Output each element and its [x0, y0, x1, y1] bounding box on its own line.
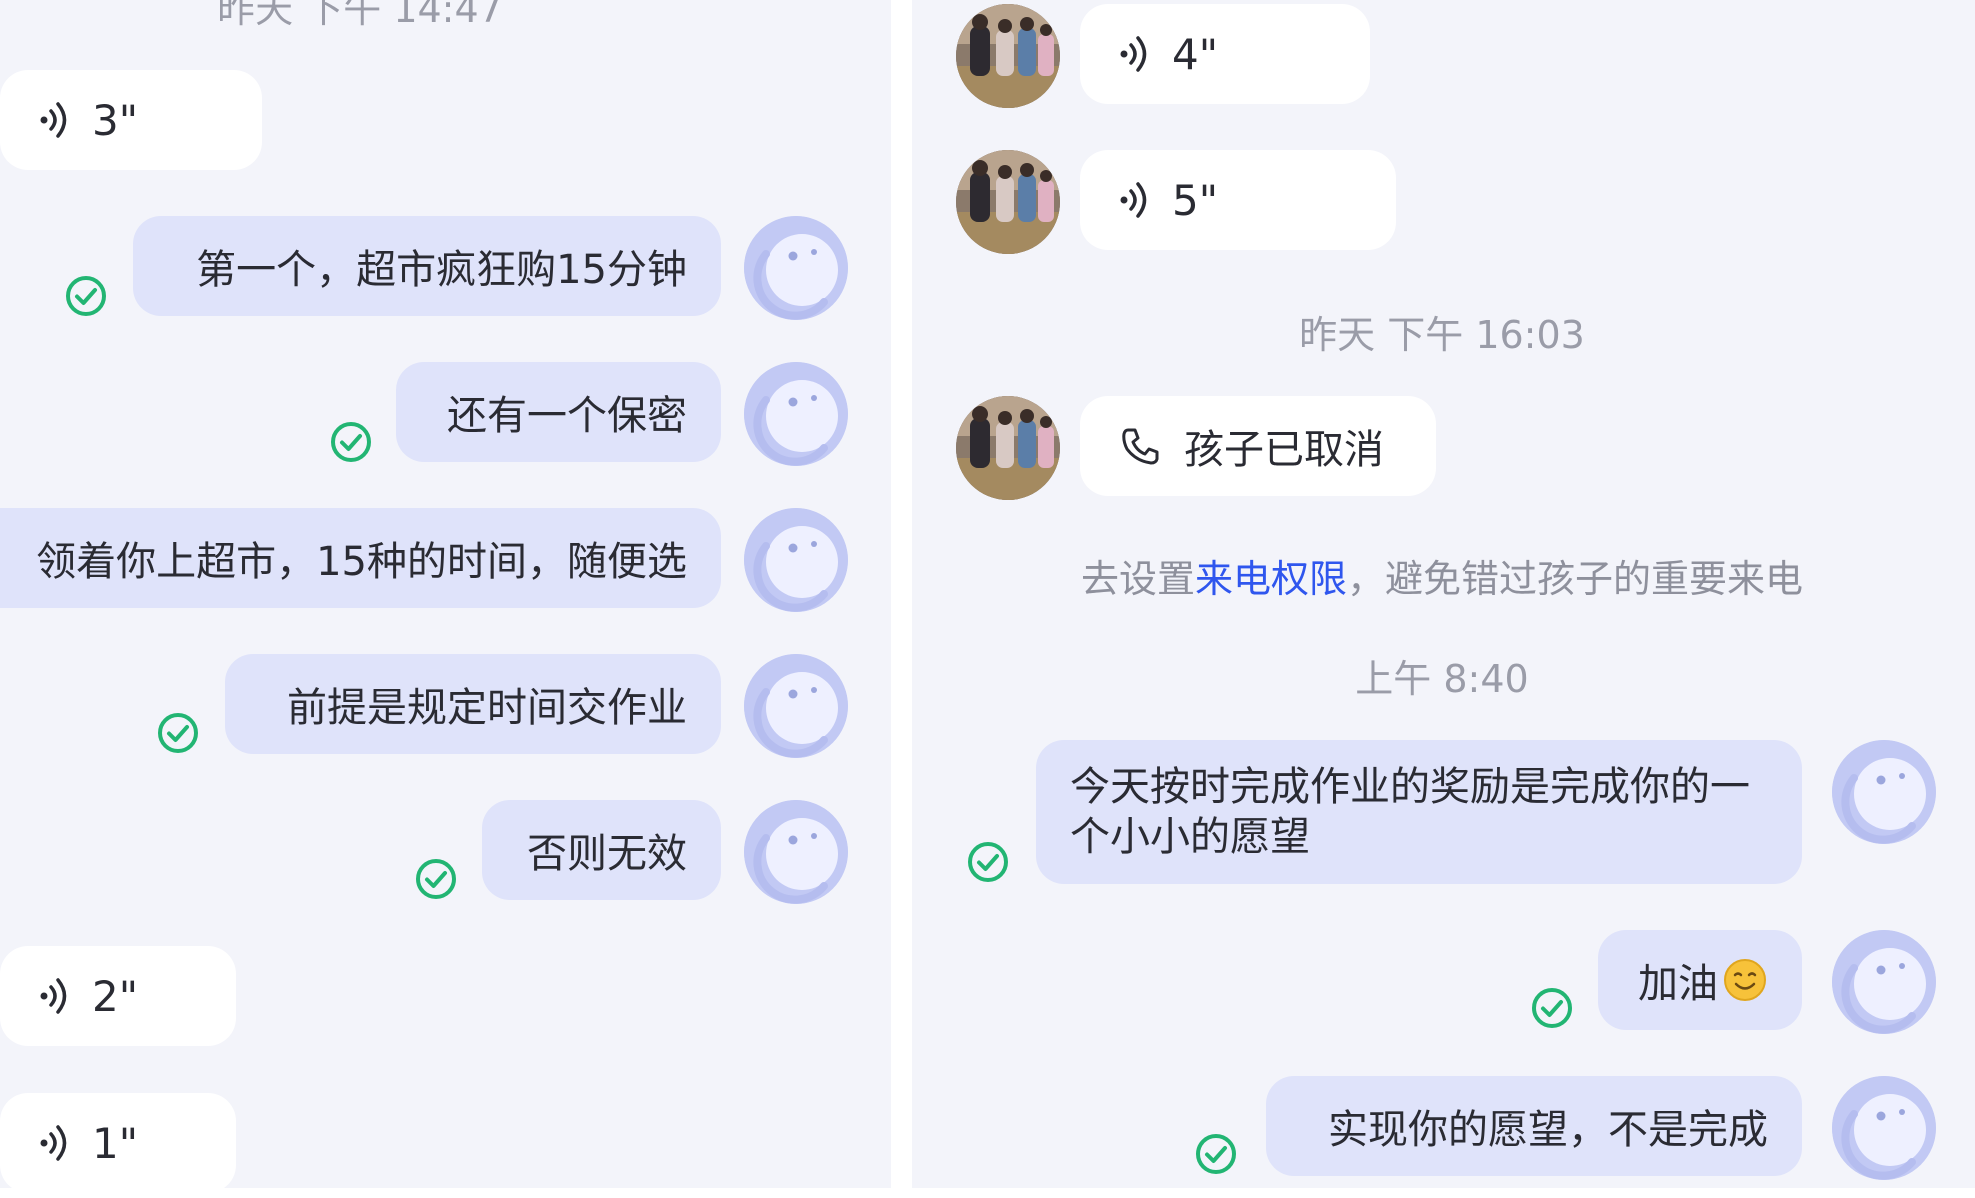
phone-icon [1118, 424, 1162, 468]
sent-check-icon [329, 420, 373, 464]
voice-message[interactable]: 4" [1080, 4, 1370, 104]
voice-duration: 2" [92, 971, 139, 1021]
voice-wave-icon [1114, 178, 1158, 222]
message-bubble[interactable]: 第一个，超市疯狂购15分钟 [133, 216, 721, 316]
message-bubble[interactable]: 领着你上超市，15种的时间，随便选 [0, 508, 721, 608]
avatar-self[interactable] [744, 362, 848, 466]
voice-duration: 5" [1172, 175, 1219, 225]
message-bubble[interactable]: 今天按时完成作业的奖励是完成你的一个小小的愿望 [1036, 740, 1802, 884]
sent-check-icon [1530, 986, 1574, 1030]
sent-check-icon [156, 711, 200, 755]
avatar-self[interactable] [744, 216, 848, 320]
message-text: 加油 [1638, 961, 1718, 1007]
avatar-self[interactable] [1832, 1076, 1936, 1180]
call-status: 孩子已取消 [1184, 427, 1384, 473]
avatar-self[interactable] [744, 508, 848, 612]
sent-check-icon [414, 857, 458, 901]
voice-wave-icon [34, 974, 78, 1018]
panel-divider [891, 0, 912, 1198]
avatar-child[interactable] [956, 4, 1060, 108]
voice-wave-icon [1114, 32, 1158, 76]
avatar-self[interactable] [744, 654, 848, 758]
avatar-self[interactable] [1832, 740, 1936, 844]
permission-notice: 去设置来电权限，避免错过孩子的重要来电 [1081, 548, 1803, 603]
voice-message[interactable]: 3" [0, 70, 262, 170]
voice-message[interactable]: 2" [0, 946, 236, 1046]
voice-wave-icon [34, 1121, 78, 1165]
message-bubble[interactable]: 加油 [1598, 930, 1802, 1030]
message-bubble[interactable]: 还有一个保密 [396, 362, 721, 462]
message-bubble[interactable]: 前提是规定时间交作业 [225, 654, 721, 754]
sent-check-icon [64, 274, 108, 318]
sent-check-icon [966, 840, 1010, 884]
voice-wave-icon [34, 98, 78, 142]
avatar-self[interactable] [744, 800, 848, 904]
sent-check-icon [1194, 1132, 1238, 1176]
smiling-face-emoji [1724, 959, 1766, 1001]
chat-panel-left[interactable]: 昨天 下午 14:47 3" 第一个，超市疯狂购15分钟 还有一个保密 领着你上… [0, 0, 891, 1188]
call-permission-link[interactable]: 来电权限 [1195, 557, 1347, 601]
notice-suffix: ，避免错过孩子的重要来电 [1347, 557, 1804, 601]
message-text: 今天按时完成作业的奖励是完成你的一个小小的愿望 [1070, 764, 1750, 860]
voice-duration: 4" [1172, 29, 1219, 79]
voice-duration: 3" [92, 95, 139, 145]
voice-message[interactable]: 5" [1080, 150, 1396, 250]
message-bubble[interactable]: 否则无效 [482, 800, 721, 900]
message-bubble[interactable]: 实现你的愿望，不是完成 [1266, 1076, 1802, 1176]
voice-duration: 1" [92, 1118, 139, 1168]
chat-panel-right[interactable]: 4" 5" 昨天 下午 16:03 孩子已取消 去设置来电权限，避免错过孩子的重… [912, 0, 1975, 1188]
avatar-child[interactable] [956, 396, 1060, 500]
timestamp: 昨天 下午 14:47 [217, 0, 503, 31]
notice-prefix: 去设置 [1080, 557, 1195, 601]
timestamp: 上午 8:40 [1355, 657, 1529, 701]
avatar-self[interactable] [1832, 930, 1936, 1034]
call-record[interactable]: 孩子已取消 [1080, 396, 1436, 496]
timestamp: 昨天 下午 16:03 [1299, 313, 1585, 357]
avatar-child[interactable] [956, 150, 1060, 254]
voice-message[interactable]: 1" [0, 1093, 236, 1188]
